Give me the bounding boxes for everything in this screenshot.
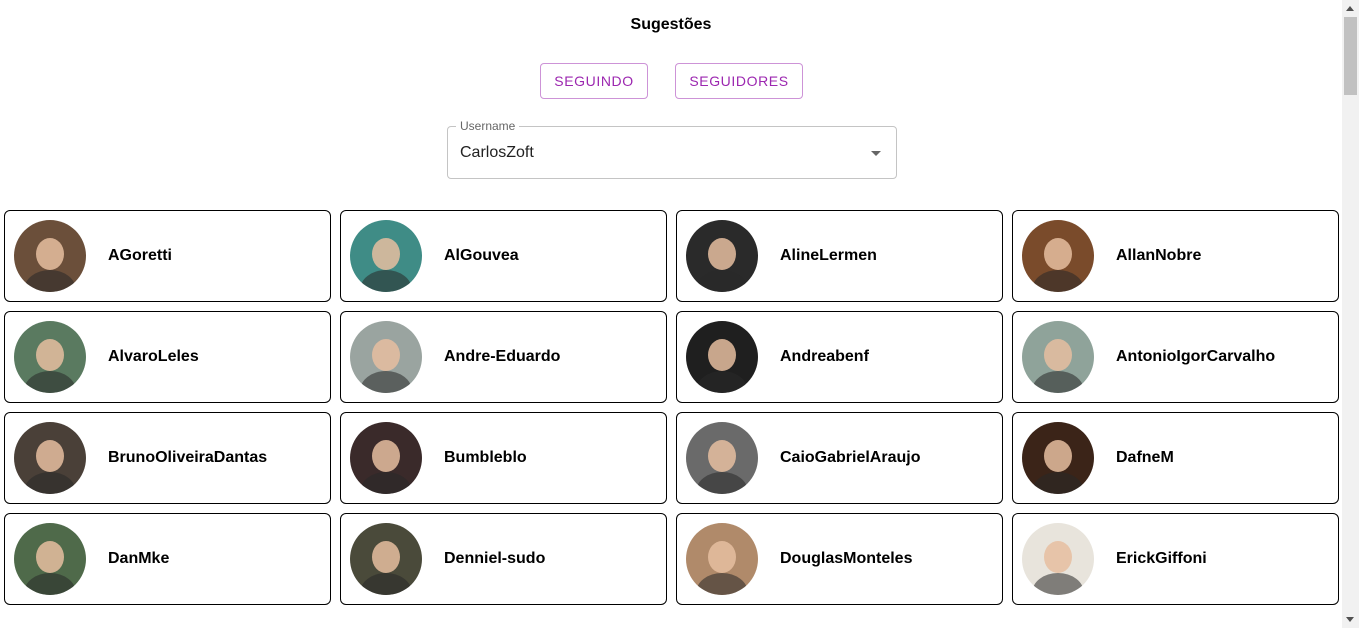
user-card-username: AlGouvea — [444, 247, 519, 264]
avatar-face — [1044, 238, 1072, 270]
user-card-username: CaioGabrielAraujo — [780, 449, 921, 466]
user-card[interactable]: AllanNobre — [1012, 210, 1339, 302]
avatar — [350, 321, 422, 393]
avatar-face — [36, 339, 64, 371]
user-card[interactable]: AlvaroLeles — [4, 311, 331, 403]
avatar — [1022, 220, 1094, 292]
avatar — [1022, 422, 1094, 494]
avatar-body — [696, 270, 748, 292]
username-select-value: CarlosZoft — [460, 144, 534, 161]
user-card[interactable]: Andre-Eduardo — [340, 311, 667, 403]
avatar — [14, 422, 86, 494]
user-card[interactable]: Denniel-sudo — [340, 513, 667, 605]
user-card-username: Bumbleblo — [444, 449, 527, 466]
avatar-face — [372, 238, 400, 270]
avatar — [14, 523, 86, 595]
user-card-username: AllanNobre — [1116, 247, 1202, 264]
user-card-username: ErickGiffoni — [1116, 550, 1207, 567]
avatar-body — [360, 472, 412, 494]
user-card-username: DanMke — [108, 550, 170, 567]
user-card-username: BrunoOliveiraDantas — [108, 449, 268, 466]
user-card-username: DouglasMonteles — [780, 550, 913, 567]
user-card[interactable]: Andreabenf — [676, 311, 1003, 403]
avatar-face — [708, 541, 736, 573]
avatar-face — [708, 440, 736, 472]
user-card[interactable]: DouglasMonteles — [676, 513, 1003, 605]
vertical-scrollbar[interactable] — [1342, 0, 1359, 628]
avatar-face — [708, 339, 736, 371]
scrollbar-thumb[interactable] — [1344, 17, 1357, 95]
avatar — [14, 321, 86, 393]
avatar-face — [1044, 339, 1072, 371]
avatar-body — [696, 371, 748, 393]
user-card[interactable]: AntonioIgorCarvalho — [1012, 311, 1339, 403]
avatar-face — [36, 440, 64, 472]
scroll-up-icon[interactable] — [1346, 6, 1354, 11]
dropdown-arrow-icon[interactable] — [871, 151, 881, 156]
avatar-body — [360, 573, 412, 595]
avatar — [1022, 321, 1094, 393]
user-card-username: AntonioIgorCarvalho — [1116, 348, 1276, 365]
avatar — [350, 220, 422, 292]
avatar-body — [24, 573, 76, 595]
avatar-face — [1044, 541, 1072, 573]
user-card[interactable]: Bumbleblo — [340, 412, 667, 504]
avatar-body — [1032, 573, 1084, 595]
avatar — [350, 523, 422, 595]
avatar — [686, 220, 758, 292]
user-card[interactable]: BrunoOliveiraDantas — [4, 412, 331, 504]
user-card-username: Andre-Eduardo — [444, 348, 561, 365]
avatar-face — [708, 238, 736, 270]
user-card-username: AlineLermen — [780, 247, 877, 264]
avatar — [350, 422, 422, 494]
avatar — [14, 220, 86, 292]
avatar-body — [360, 270, 412, 292]
avatar-body — [696, 573, 748, 595]
avatar-face — [36, 238, 64, 270]
avatar-body — [1032, 371, 1084, 393]
scroll-down-icon[interactable] — [1346, 617, 1354, 622]
avatar-face — [372, 339, 400, 371]
username-select[interactable]: Username CarlosZoft — [447, 119, 897, 179]
user-cards-grid: AGoretti AlGouvea AlineLermen AllanNobre Alv… — [4, 210, 1339, 605]
user-card-username: DafneM — [1116, 449, 1174, 466]
avatar-face — [372, 541, 400, 573]
avatar-face — [36, 541, 64, 573]
avatar-body — [360, 371, 412, 393]
avatar-body — [1032, 270, 1084, 292]
avatar — [686, 321, 758, 393]
avatar — [686, 523, 758, 595]
avatar-face — [1044, 440, 1072, 472]
followers-button[interactable]: SEGUIDORES — [675, 63, 803, 99]
avatar — [1022, 523, 1094, 595]
following-button[interactable]: SEGUINDO — [540, 63, 648, 99]
user-card-username: AGoretti — [108, 247, 172, 264]
username-select-label: Username — [456, 119, 520, 133]
page-title: Sugestões — [630, 16, 712, 33]
avatar-body — [696, 472, 748, 494]
suggestions-page: Sugestões SEGUINDO SEGUIDORES Username C… — [0, 0, 1359, 628]
user-card-username: Denniel-sudo — [444, 550, 546, 567]
user-card[interactable]: DafneM — [1012, 412, 1339, 504]
user-card[interactable]: CaioGabrielAraujo — [676, 412, 1003, 504]
user-card-username: AlvaroLeles — [108, 348, 199, 365]
user-card[interactable]: AlineLermen — [676, 210, 1003, 302]
user-card[interactable]: AGoretti — [4, 210, 331, 302]
avatar-body — [24, 472, 76, 494]
user-card[interactable]: DanMke — [4, 513, 331, 605]
avatar-body — [1032, 472, 1084, 494]
avatar — [686, 422, 758, 494]
avatar-body — [24, 270, 76, 292]
user-card[interactable]: ErickGiffoni — [1012, 513, 1339, 605]
avatar-body — [24, 371, 76, 393]
user-card[interactable]: AlGouvea — [340, 210, 667, 302]
avatar-face — [372, 440, 400, 472]
user-card-username: Andreabenf — [780, 348, 869, 365]
